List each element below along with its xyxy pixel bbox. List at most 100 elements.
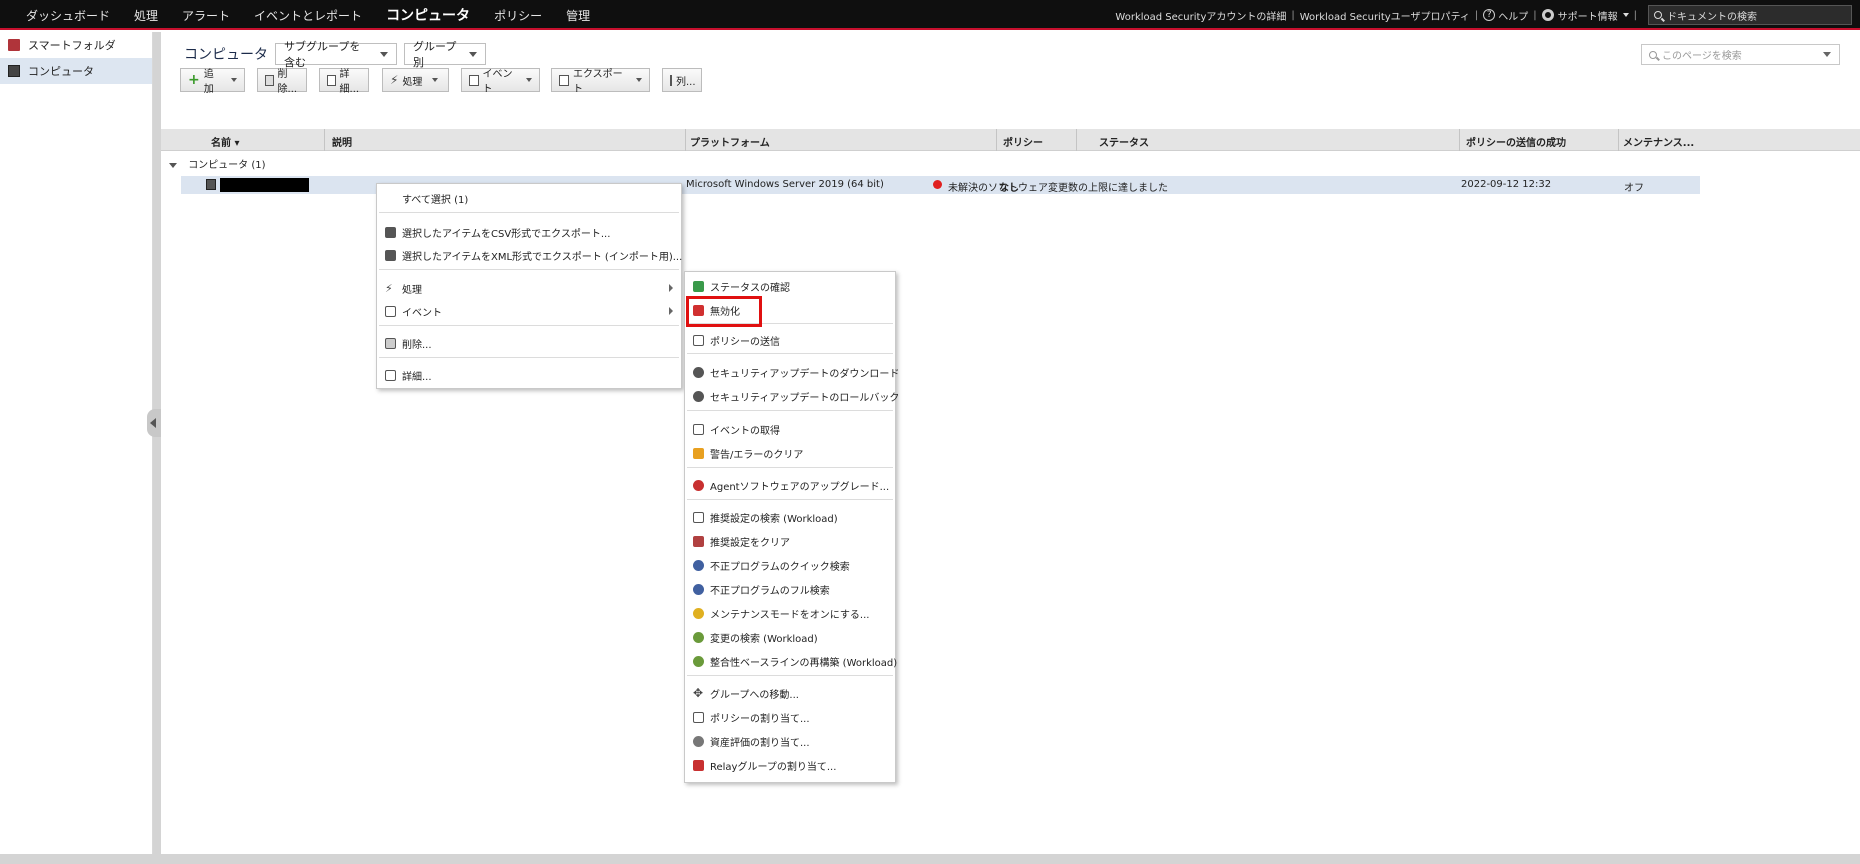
menu-separator	[687, 467, 893, 468]
column-platform[interactable]: プラットフォーム	[690, 134, 770, 149]
chevron-right-icon	[669, 284, 673, 292]
details-button[interactable]: 詳細...	[319, 68, 369, 95]
submenu-item-download-security-update[interactable]: セキュリティアップデートのダウンロード	[685, 362, 899, 382]
column-divider[interactable]	[996, 129, 997, 151]
computer-icon	[8, 65, 20, 77]
help-link[interactable]: ヘルプ	[1498, 8, 1528, 23]
maintenance-mode-icon	[693, 607, 704, 619]
chevron-down-icon[interactable]	[1622, 13, 1629, 17]
menu-item-label: セキュリティアップデートのダウンロード	[710, 368, 900, 380]
submenu-item-rebuild-baseline[interactable]: 整合性ベースラインの再構築 (Workload)	[685, 651, 898, 671]
chevron-down-icon	[432, 78, 439, 82]
chevron-down-icon	[380, 51, 388, 57]
delete-button[interactable]: 削除...	[257, 68, 307, 95]
account-details-link[interactable]: Workload Securityアカウントの詳細	[1115, 8, 1286, 23]
columns-button[interactable]: 列...	[662, 68, 702, 92]
submenu-item-quick-malware-scan[interactable]: 不正プログラムのクイック検索	[685, 555, 895, 575]
submenu-item-assign-relay-group[interactable]: Relayグループの割り当て...	[685, 755, 895, 775]
export-button-label: エクスポート	[572, 69, 623, 95]
sidebar-item-label: コンピュータ	[28, 65, 94, 78]
column-divider[interactable]	[1618, 129, 1619, 151]
menu-item-actions[interactable]: ⚡ 処理	[377, 278, 681, 298]
nav-computers[interactable]: コンピュータ	[386, 5, 470, 25]
menu-separator	[379, 357, 679, 358]
column-policy-sent[interactable]: ポリシーの送信の成功	[1466, 134, 1566, 149]
group-by-dropdown[interactable]: グループ別	[404, 40, 486, 69]
nav-events-reports[interactable]: イベントとレポート	[254, 7, 362, 24]
submenu-item-maintenance-mode[interactable]: メンテナンスモードをオンにする...	[685, 603, 895, 623]
events-button-label: イベント	[482, 69, 513, 95]
main-nav: ダッシュボード 処理 アラート イベントとレポート コンピュータ ポリシー 管理	[14, 0, 602, 30]
column-maintenance[interactable]: メンテナンス...	[1623, 134, 1694, 149]
submenu-item-scan-for-changes[interactable]: 変更の検索 (Workload)	[685, 627, 895, 647]
export-button[interactable]: エクスポート	[551, 68, 650, 95]
submenu-item-assign-policy[interactable]: ポリシーの割り当て...	[685, 707, 895, 727]
submenu-item-rollback-security-update[interactable]: セキュリティアップデートのロールバック	[685, 386, 899, 406]
status-error-icon	[933, 180, 942, 189]
menu-item-events[interactable]: イベント	[377, 301, 681, 321]
column-status[interactable]: ステータス	[1099, 134, 1149, 149]
submenu-item-clear-recommendations[interactable]: 推奨設定をクリア	[685, 531, 895, 551]
submenu-item-move-to-group[interactable]: ✥ グループへの移動...	[685, 683, 895, 703]
menu-item-label: Relayグループの割り当て...	[710, 761, 837, 773]
subgroup-dropdown[interactable]: サブグループを含む	[275, 40, 397, 69]
export-icon	[385, 226, 396, 238]
menu-item-label: 整合性ベースラインの再構築 (Workload)	[710, 657, 898, 669]
submenu-item-clear-warnings[interactable]: 警告/エラーのクリア	[685, 443, 895, 463]
collapse-sidebar-button[interactable]	[147, 409, 161, 437]
nav-actions[interactable]: 処理	[134, 7, 158, 24]
chevron-down-icon[interactable]	[169, 163, 177, 168]
column-description[interactable]: 説明	[332, 134, 352, 149]
submenu-item-upgrade-agent[interactable]: Agentソフトウェアのアップグレード...	[685, 475, 895, 495]
menu-item-details[interactable]: 詳細...	[377, 365, 681, 385]
events-icon	[385, 305, 396, 317]
chevron-down-icon	[526, 78, 532, 82]
group-label: コンピュータ (1)	[188, 160, 266, 171]
add-button[interactable]: + 追加	[180, 68, 245, 95]
chevron-down-icon[interactable]	[1823, 52, 1831, 57]
column-name[interactable]: 名前 ▾	[211, 134, 240, 149]
plus-icon: +	[188, 71, 200, 88]
submenu-item-send-policy[interactable]: ポリシーの送信	[685, 330, 895, 350]
submenu-item-get-events[interactable]: イベントの取得	[685, 419, 895, 439]
menu-item-delete[interactable]: 削除...	[377, 333, 681, 353]
sidebar-item-computers[interactable]: コンピュータ	[0, 58, 152, 84]
clear-warnings-icon	[693, 447, 704, 459]
search-icon	[1649, 50, 1657, 59]
column-policy[interactable]: ポリシー	[1003, 134, 1043, 149]
submenu-item-full-malware-scan[interactable]: 不正プログラムのフル検索	[685, 579, 895, 599]
submenu-item-assign-asset-value[interactable]: 資産評価の割り当て...	[685, 731, 895, 751]
menu-item-label: ポリシーの送信	[710, 336, 780, 348]
support-link[interactable]: サポート情報	[1558, 8, 1618, 23]
nav-dashboard[interactable]: ダッシュボード	[26, 7, 110, 24]
menu-item-export-xml[interactable]: 選択したアイテムをXML形式でエクスポート (インポート用)...	[377, 245, 682, 265]
sidebar-item-smart-folders[interactable]: スマートフォルダ	[0, 32, 152, 58]
highlight-box	[686, 296, 762, 327]
submenu-item-recommendation-scan[interactable]: 推奨設定の検索 (Workload)	[685, 507, 895, 527]
row-maintenance: オフ	[1624, 183, 1644, 194]
submenu-item-check-status[interactable]: ステータスの確認	[685, 276, 895, 296]
upgrade-agent-icon	[693, 479, 704, 491]
column-divider[interactable]	[685, 129, 686, 151]
document-search-input[interactable]: ドキュメントの検索	[1648, 5, 1852, 25]
column-divider[interactable]	[1076, 129, 1077, 151]
actions-button-label: 処理	[402, 76, 423, 88]
page-search-input[interactable]: このページを検索	[1641, 44, 1840, 65]
events-button[interactable]: イベント	[461, 68, 540, 95]
nav-administration[interactable]: 管理	[566, 7, 590, 24]
nav-alerts[interactable]: アラート	[182, 7, 230, 24]
user-properties-link[interactable]: Workload Securityユーザプロパティ	[1300, 8, 1470, 23]
menu-item-label: 不正プログラムのクイック検索	[710, 561, 850, 573]
actions-button[interactable]: ⚡ 処理	[382, 68, 449, 92]
menu-separator	[379, 325, 679, 326]
sidebar-splitter[interactable]	[153, 32, 161, 854]
column-divider[interactable]	[1459, 129, 1460, 151]
column-divider[interactable]	[324, 129, 325, 151]
top-navigation-bar: ダッシュボード 処理 アラート イベントとレポート コンピュータ ポリシー 管理…	[0, 0, 1860, 30]
quick-scan-icon	[693, 559, 704, 571]
group-header-row[interactable]: コンピュータ (1)	[169, 156, 266, 171]
menu-item-select-all[interactable]: すべて選択 (1)	[377, 188, 681, 208]
nav-policies[interactable]: ポリシー	[494, 7, 542, 24]
menu-item-export-csv[interactable]: 選択したアイテムをCSV形式でエクスポート...	[377, 222, 681, 242]
chevron-down-icon	[469, 51, 477, 57]
